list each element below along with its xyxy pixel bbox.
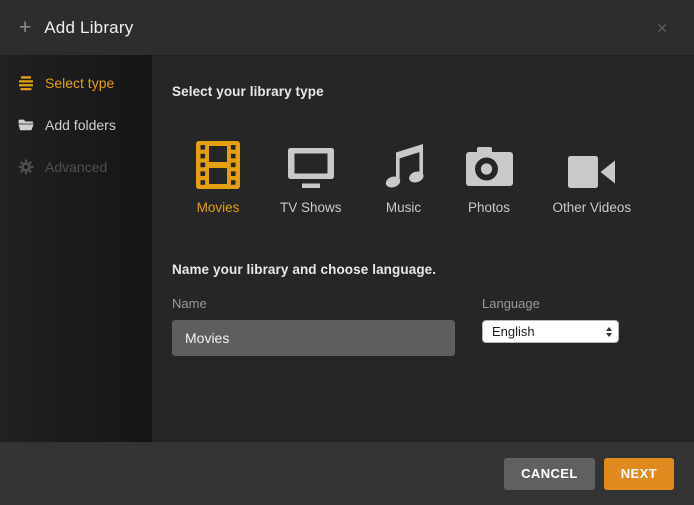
dialog-header: + Add Library ✕ — [0, 0, 694, 55]
next-button[interactable]: NEXT — [604, 458, 674, 490]
main-content: Select your library type — [152, 55, 694, 442]
library-type-label: Movies — [197, 200, 240, 215]
language-field-label: Language — [482, 296, 619, 311]
sidebar-item-advanced[interactable]: Advanced — [0, 146, 152, 188]
sidebar-item-add-folders[interactable]: Add folders — [0, 104, 152, 146]
library-type-other-videos[interactable]: Other Videos — [553, 139, 632, 215]
library-type-movies[interactable]: Movies — [196, 139, 240, 215]
name-input[interactable] — [172, 320, 455, 356]
add-library-dialog: + Add Library ✕ Select type Add folders — [0, 0, 694, 505]
name-field-label: Name — [172, 296, 455, 311]
music-notes-icon — [382, 141, 426, 189]
camera-icon — [466, 147, 513, 189]
select-type-icon — [18, 75, 34, 91]
sidebar-item-label: Add folders — [45, 117, 116, 133]
library-type-photos[interactable]: Photos — [466, 139, 513, 215]
library-type-music[interactable]: Music — [382, 139, 426, 215]
name-field-group: Name — [172, 296, 455, 356]
language-select[interactable]: English — [482, 320, 619, 343]
sidebar-item-label: Select type — [45, 75, 114, 91]
library-type-heading: Select your library type — [172, 84, 674, 99]
dialog-title: Add Library — [44, 18, 133, 38]
library-type-label: TV Shows — [280, 200, 342, 215]
library-type-label: Other Videos — [553, 200, 632, 215]
close-icon[interactable]: ✕ — [652, 17, 672, 39]
language-select-value: English — [492, 324, 535, 339]
tv-icon — [287, 147, 335, 189]
sidebar: Select type Add folders Advanced — [0, 55, 152, 442]
gear-icon — [18, 159, 34, 175]
folder-icon — [18, 117, 34, 133]
plus-icon: + — [19, 17, 31, 38]
film-strip-icon — [196, 141, 240, 189]
library-type-label: Photos — [468, 200, 510, 215]
sidebar-item-label: Advanced — [45, 159, 107, 175]
sidebar-item-select-type[interactable]: Select type — [0, 62, 152, 104]
library-form: Name Language English — [172, 296, 674, 356]
cancel-button[interactable]: CANCEL — [504, 458, 595, 490]
library-type-label: Music — [386, 200, 421, 215]
language-field-group: Language English — [482, 296, 619, 356]
camcorder-icon — [568, 155, 616, 189]
library-type-tv-shows[interactable]: TV Shows — [280, 139, 342, 215]
select-stepper-icon — [606, 327, 612, 337]
dialog-footer: CANCEL NEXT — [0, 442, 694, 505]
name-library-heading: Name your library and choose language. — [172, 262, 674, 277]
library-type-row: Movies TV Shows — [196, 139, 674, 215]
